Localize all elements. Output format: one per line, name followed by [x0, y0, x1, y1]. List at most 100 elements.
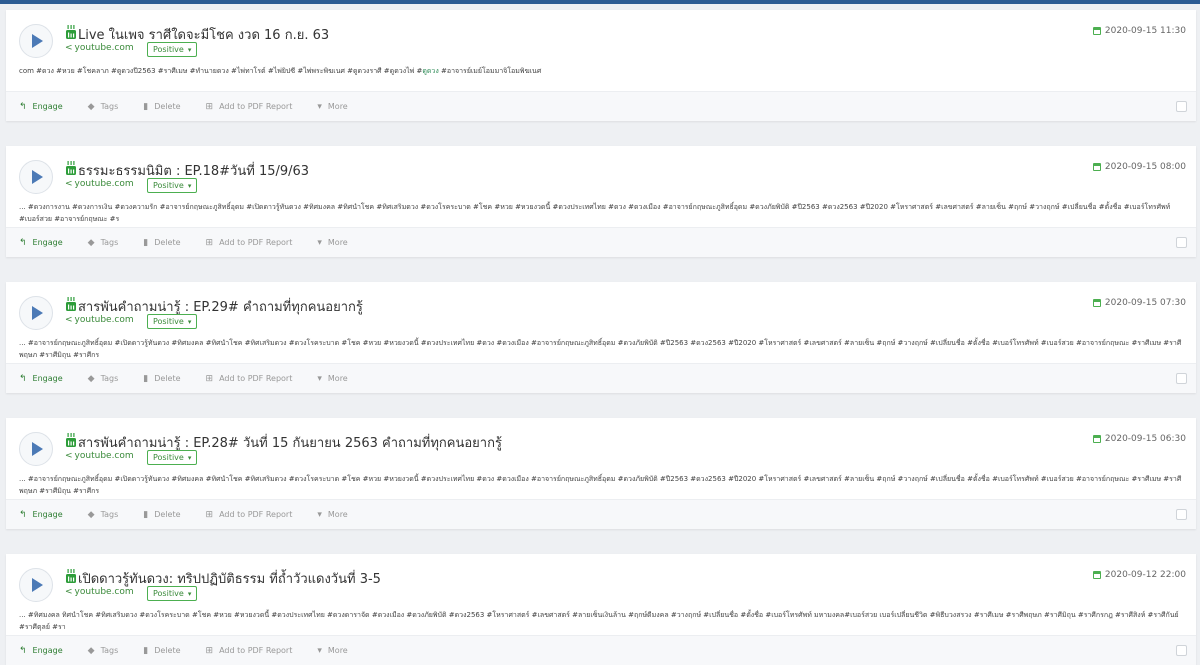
- engage-button[interactable]: ↰ Engage: [19, 510, 63, 520]
- caret-down-icon: ▾: [317, 509, 322, 520]
- engage-button[interactable]: ↰ Engage: [19, 646, 63, 656]
- youtube-icon: [66, 433, 76, 447]
- delete-button[interactable]: ▮ Delete: [143, 510, 180, 520]
- play-icon: [32, 306, 43, 320]
- post-source-text: youtube.com: [74, 43, 134, 53]
- tag-icon: ◆: [87, 509, 95, 520]
- post-date-text: 2020-09-15 11:30: [1104, 26, 1186, 36]
- trash-icon: ▮: [143, 237, 149, 248]
- post-source[interactable]: < youtube.com: [65, 315, 134, 325]
- select-checkbox[interactable]: [1176, 101, 1187, 112]
- play-button[interactable]: [19, 160, 53, 194]
- delete-button[interactable]: ▮ Delete: [143, 238, 180, 248]
- post-source[interactable]: < youtube.com: [65, 179, 134, 189]
- more-label: More: [327, 510, 348, 519]
- top-bar: [0, 0, 1200, 4]
- play-button[interactable]: [19, 24, 53, 58]
- tags-button[interactable]: ◆ Tags: [88, 102, 119, 112]
- plus-square-icon: ⊞: [205, 645, 214, 656]
- select-checkbox[interactable]: [1176, 237, 1187, 248]
- share-icon: <: [65, 179, 73, 189]
- tags-label: Tags: [100, 646, 119, 655]
- reply-icon: ↰: [19, 645, 27, 656]
- post-date: 2020-09-15 11:30: [1092, 26, 1186, 36]
- more-button[interactable]: ▾ More: [317, 102, 347, 112]
- play-button[interactable]: [19, 432, 53, 466]
- mention-card: สารพันคำถามน่ารู้ : EP.28# วันที่ 15 กัน…: [6, 418, 1196, 529]
- action-bar: ↰ Engage ◆ Tags ▮ Delete ⊞ Add to PDF Re…: [6, 363, 1196, 393]
- trash-icon: ▮: [143, 373, 149, 384]
- select-checkbox[interactable]: [1176, 645, 1187, 656]
- tag-icon: ◆: [87, 645, 95, 656]
- post-date-text: 2020-09-15 07:30: [1104, 298, 1186, 308]
- reply-icon: ↰: [19, 509, 27, 520]
- play-button[interactable]: [19, 296, 53, 330]
- tags-button[interactable]: ◆ Tags: [88, 238, 119, 248]
- post-source[interactable]: < youtube.com: [65, 451, 134, 461]
- chevron-down-icon: ▾: [187, 45, 192, 54]
- sentiment-value: Positive: [153, 589, 184, 598]
- post-date-text: 2020-09-12 22:00: [1104, 570, 1186, 580]
- more-button[interactable]: ▾ More: [317, 374, 347, 384]
- calendar-icon: [1092, 299, 1101, 307]
- play-button[interactable]: [19, 568, 53, 602]
- add-pdf-button[interactable]: ⊞ Add to PDF Report: [206, 238, 293, 248]
- post-title[interactable]: Live ในเพจ ราศีใดจะมีโชค งวด 16 ก.ย. 63: [78, 24, 329, 45]
- delete-label: Delete: [154, 238, 181, 247]
- tags-button[interactable]: ◆ Tags: [88, 510, 119, 520]
- post-source[interactable]: < youtube.com: [65, 43, 134, 53]
- add-pdf-button[interactable]: ⊞ Add to PDF Report: [206, 102, 293, 112]
- trash-icon: ▮: [143, 101, 149, 112]
- play-icon: [32, 34, 43, 48]
- snippet-text: ... #อาจารย์กฤษณะภูสิทธิ์อุดม #เปิดดาวรู…: [19, 339, 1182, 359]
- plus-square-icon: ⊞: [205, 237, 214, 248]
- tags-button[interactable]: ◆ Tags: [88, 374, 119, 384]
- engage-label: Engage: [32, 238, 63, 247]
- select-checkbox[interactable]: [1176, 373, 1187, 384]
- add-pdf-button[interactable]: ⊞ Add to PDF Report: [206, 510, 293, 520]
- post-title[interactable]: สารพันคำถามน่ารู้ : EP.29# คำถามที่ทุกคน…: [78, 296, 363, 317]
- more-button[interactable]: ▾ More: [317, 646, 347, 656]
- post-source[interactable]: < youtube.com: [65, 587, 134, 597]
- engage-label: Engage: [32, 102, 63, 111]
- post-title[interactable]: เปิดดาวรู้ทันดวง: ทริปปฏิบัติธรรม ที่ถ้ำ…: [78, 568, 381, 589]
- post-date-text: 2020-09-15 08:00: [1104, 162, 1186, 172]
- add-pdf-button[interactable]: ⊞ Add to PDF Report: [206, 374, 293, 384]
- sentiment-dropdown[interactable]: Positive ▾: [147, 586, 198, 601]
- share-icon: <: [65, 43, 73, 53]
- sentiment-dropdown[interactable]: Positive ▾: [147, 450, 198, 465]
- tag-icon: ◆: [87, 101, 95, 112]
- delete-button[interactable]: ▮ Delete: [143, 646, 180, 656]
- engage-button[interactable]: ↰ Engage: [19, 374, 63, 384]
- add-pdf-label: Add to PDF Report: [219, 646, 293, 655]
- more-button[interactable]: ▾ More: [317, 510, 347, 520]
- mention-card: Live ในเพจ ราศีใดจะมีโชค งวด 16 ก.ย. 63 …: [6, 10, 1196, 121]
- sentiment-dropdown[interactable]: Positive ▾: [147, 42, 198, 57]
- play-icon: [32, 442, 43, 456]
- mention-card: ธรรมะธรรมนิมิต : EP.18#วันที่ 15/9/63 20…: [6, 146, 1196, 257]
- chevron-down-icon: ▾: [187, 589, 192, 598]
- tags-button[interactable]: ◆ Tags: [88, 646, 119, 656]
- plus-square-icon: ⊞: [205, 101, 214, 112]
- tags-label: Tags: [100, 510, 119, 519]
- engage-label: Engage: [32, 374, 63, 383]
- post-title[interactable]: สารพันคำถามน่ารู้ : EP.28# วันที่ 15 กัน…: [78, 432, 502, 453]
- select-checkbox[interactable]: [1176, 509, 1187, 520]
- plus-square-icon: ⊞: [205, 509, 214, 520]
- action-bar: ↰ Engage ◆ Tags ▮ Delete ⊞ Add to PDF Re…: [6, 635, 1196, 665]
- sentiment-dropdown[interactable]: Positive ▾: [147, 178, 198, 193]
- delete-button[interactable]: ▮ Delete: [143, 374, 180, 384]
- mention-card: เปิดดาวรู้ทันดวง: ทริปปฏิบัติธรรม ที่ถ้ำ…: [6, 554, 1196, 665]
- engage-button[interactable]: ↰ Engage: [19, 102, 63, 112]
- add-pdf-label: Add to PDF Report: [219, 374, 293, 383]
- post-source-text: youtube.com: [74, 587, 134, 597]
- add-pdf-button[interactable]: ⊞ Add to PDF Report: [206, 646, 293, 656]
- more-button[interactable]: ▾ More: [317, 238, 347, 248]
- reply-icon: ↰: [19, 373, 27, 384]
- engage-button[interactable]: ↰ Engage: [19, 238, 63, 248]
- more-label: More: [327, 374, 348, 383]
- post-snippet: com #ดวง #หวย #โชคลาภ #ดูดวงปี2563 #ราศี…: [19, 65, 1186, 77]
- sentiment-dropdown[interactable]: Positive ▾: [147, 314, 198, 329]
- delete-button[interactable]: ▮ Delete: [143, 102, 180, 112]
- post-snippet: ... #ดวงการงาน #ดวงการเงิน #ดวงความรัก #…: [19, 201, 1186, 225]
